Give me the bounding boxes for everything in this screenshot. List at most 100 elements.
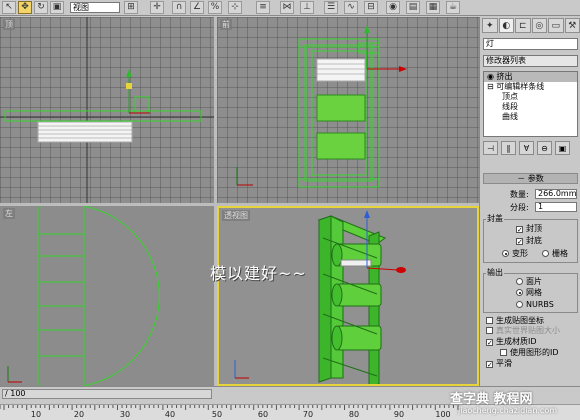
hierarchy-tab-icon[interactable]: ⊏	[515, 18, 531, 33]
amount-spinner[interactable]: 266.0mm	[535, 189, 577, 199]
cap-end-label: 封底	[526, 236, 542, 245]
ruler-tick-label: 90	[393, 410, 405, 419]
main-toolbar: ↖ ✥ ↻ ▣ 视图 ⊞ ✛ ∩ ∠ % ⊹ ≡ ⋈ ⊥ ☰ ∿ ⊟ ◉ ▤ ▦…	[0, 0, 580, 16]
mesh-radio[interactable]: 网格	[516, 288, 542, 298]
viewport-divider-vertical[interactable]	[214, 17, 217, 386]
command-panel-tabs: ✦ ◐ ⊏ ◎ ▭ ⚒	[482, 18, 580, 34]
morph-label: 变形	[512, 249, 528, 258]
percent-snap-icon[interactable]: %	[208, 1, 222, 14]
grid-label: 栅格	[552, 249, 568, 258]
command-panel: ✦ ◐ ⊏ ◎ ▭ ⚒ 灯 修改器列表 ◉ 挤出 ⊟ 可编辑样条线 顶点 线段 …	[479, 17, 580, 387]
stack-item-spline[interactable]: 曲线	[484, 112, 577, 122]
perspective-viewport[interactable]: 透视图	[217, 206, 479, 386]
utilities-tab-icon[interactable]: ⚒	[564, 18, 580, 33]
object-name-field[interactable]: 灯	[483, 38, 578, 50]
show-end-result-icon[interactable]: ∥	[501, 141, 516, 155]
stack-item-editable-spline[interactable]: ⊟ 可编辑样条线	[484, 82, 577, 92]
pin-stack-icon[interactable]: ⊣	[483, 141, 498, 155]
amount-label: 数量:	[510, 190, 529, 199]
nurbs-label: NURBS	[526, 300, 554, 309]
named-selection-icon[interactable]: ≡	[256, 1, 270, 14]
grid-radio[interactable]: 栅格	[542, 249, 568, 259]
ruler-tick-label: 50	[211, 410, 223, 419]
ruler-tick-label: 70	[302, 410, 314, 419]
cap-start-checkbox[interactable]: ✓ 封顶	[516, 224, 542, 234]
use-shape-ids-label: 使用图形的ID	[510, 348, 559, 357]
left-viewport-scene	[7, 206, 160, 386]
stack-item-extrude[interactable]: ◉ 挤出	[484, 72, 577, 82]
schematic-view-icon[interactable]: ⊟	[364, 1, 378, 14]
quick-render-icon[interactable]: ☕	[446, 1, 460, 14]
ruler-tick-label: 80	[348, 410, 360, 419]
gen-mapping-checkbox[interactable]: 生成贴图坐标	[486, 316, 544, 326]
spinner-snap-icon[interactable]: ⊹	[228, 1, 242, 14]
ruler-tick-label: 10	[30, 410, 42, 419]
cap-end-checkbox[interactable]: ✓ 封底	[516, 236, 542, 246]
left-viewport[interactable]: 左	[0, 206, 214, 386]
scale-tool-icon[interactable]: ▣	[50, 1, 64, 14]
select-manipulate-icon[interactable]: ✛	[150, 1, 164, 14]
watermark-site: 查字典 教程网	[450, 392, 533, 407]
front-viewport[interactable]: 前	[217, 17, 479, 203]
angle-snap-icon[interactable]: ∠	[190, 1, 204, 14]
modify-tab-icon[interactable]: ◐	[498, 18, 514, 33]
gen-material-id-label: 生成材质ID	[496, 337, 537, 346]
ruler-tick-label: 40	[164, 410, 176, 419]
cap-start-label: 封顶	[526, 224, 542, 233]
modifier-stack: ◉ 挤出 ⊟ 可编辑样条线 顶点 线段 曲线	[483, 71, 578, 137]
patch-radio[interactable]: 面片	[516, 277, 542, 287]
morph-radio[interactable]: 变形	[502, 249, 528, 259]
gen-material-id-checkbox[interactable]: ✓ 生成材质ID	[486, 337, 537, 347]
ruler-tick-label: 60	[257, 410, 269, 419]
stack-item-vertex[interactable]: 顶点	[484, 92, 577, 102]
front-viewport-scene	[236, 25, 407, 188]
render-setup-icon[interactable]: ▤	[406, 1, 420, 14]
modifier-list-dropdown[interactable]: 修改器列表	[483, 55, 578, 67]
viewport-label[interactable]: 透视图	[222, 210, 250, 221]
ruler-tick-label: 30	[119, 410, 131, 419]
use-shape-ids-checkbox[interactable]: 使用图形的ID	[500, 348, 559, 358]
segments-label: 分段:	[510, 203, 529, 212]
real-world-label: 真实世界贴图大小	[496, 326, 560, 335]
nurbs-radio[interactable]: NURBS	[516, 300, 554, 310]
stack-buttons: ⊣ ∥ ∀ ⊖ ▣	[483, 141, 578, 157]
snap-icon[interactable]: ∩	[172, 1, 186, 14]
time-slider[interactable]: / 100	[2, 389, 212, 399]
reference-coord-dropdown[interactable]: 视图	[70, 2, 120, 13]
segments-spinner[interactable]: 1	[535, 202, 577, 212]
viewport-label[interactable]: 左	[3, 208, 15, 219]
capping-label: 封盖	[486, 214, 504, 224]
mesh-label: 网格	[526, 288, 542, 297]
remove-modifier-icon[interactable]: ⊖	[537, 141, 552, 155]
real-world-checkbox[interactable]: 真实世界贴图大小	[486, 326, 560, 336]
move-tool-icon[interactable]: ✥	[18, 1, 32, 14]
mirror-icon[interactable]: ⋈	[280, 1, 294, 14]
motion-tab-icon[interactable]: ◎	[531, 18, 547, 33]
pivot-icon[interactable]: ⊞	[124, 1, 138, 14]
material-editor-icon[interactable]: ◉	[386, 1, 400, 14]
render-frame-icon[interactable]: ▦	[426, 1, 440, 14]
make-unique-icon[interactable]: ∀	[519, 141, 534, 155]
display-tab-icon[interactable]: ▭	[548, 18, 564, 33]
select-tool-icon[interactable]: ↖	[2, 1, 16, 14]
top-viewport-scene	[0, 17, 214, 203]
align-icon[interactable]: ⊥	[300, 1, 314, 14]
top-viewport[interactable]: 顶	[0, 17, 214, 203]
layer-manager-icon[interactable]: ☰	[324, 1, 338, 14]
perspective-viewport-scene	[234, 210, 406, 384]
parameters-rollout-title[interactable]: － 参数	[483, 173, 578, 184]
watermark-url: jiaocheng.chazidian.com	[458, 406, 558, 415]
rollout-label: 参数	[527, 174, 544, 183]
output-label: 输出	[486, 268, 504, 278]
gen-mapping-label: 生成贴图坐标	[496, 316, 544, 325]
rotate-tool-icon[interactable]: ↻	[34, 1, 48, 14]
smooth-checkbox[interactable]: ✓ 平滑	[486, 359, 512, 369]
curve-editor-icon[interactable]: ∿	[344, 1, 358, 14]
stack-item-segment[interactable]: 线段	[484, 102, 577, 112]
configure-sets-icon[interactable]: ▣	[555, 141, 570, 155]
create-tab-icon[interactable]: ✦	[482, 18, 498, 33]
patch-label: 面片	[526, 277, 542, 286]
viewport-label[interactable]: 前	[220, 19, 232, 30]
viewport-label[interactable]: 顶	[3, 19, 15, 30]
viewport-divider-horizontal[interactable]	[0, 203, 479, 206]
